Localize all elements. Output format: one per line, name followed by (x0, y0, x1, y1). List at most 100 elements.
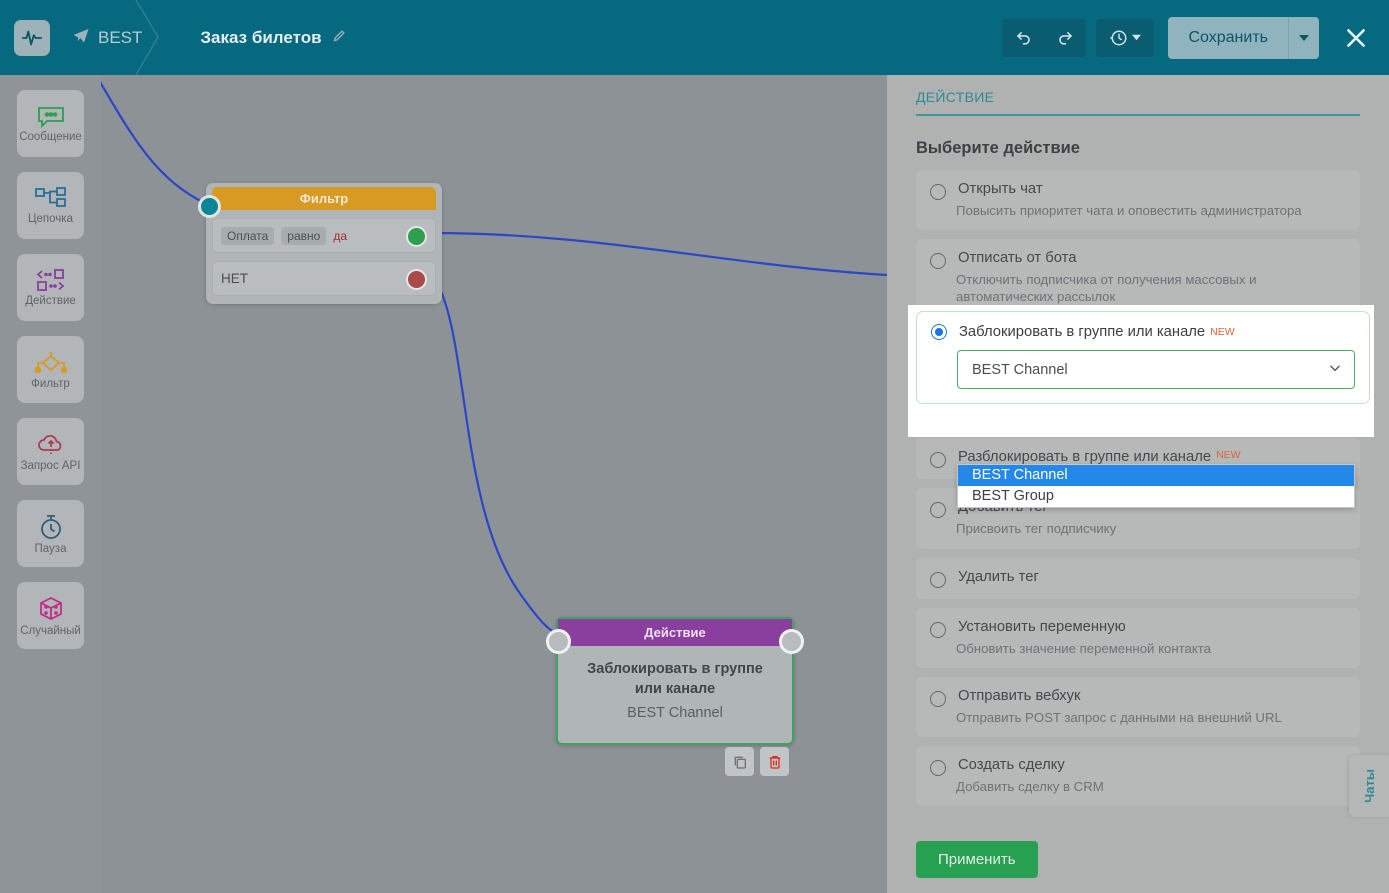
action-option-ban-selected[interactable]: Заблокировать в группе или канале NEW BE… (916, 311, 1370, 404)
palette-item-label: Случайный (20, 625, 81, 637)
pulse-logo-icon[interactable] (14, 20, 50, 56)
pencil-icon[interactable] (332, 28, 347, 48)
history-clock-icon (1110, 29, 1128, 47)
filter-false-port[interactable] (406, 269, 427, 290)
option-label: Отписать от бота (958, 250, 1076, 266)
action-option-set-variable[interactable]: Установить переменную Обновить значение … (916, 608, 1360, 668)
action-node-title: Действие (558, 619, 792, 646)
flow-title-text: Заказ билетов (200, 28, 321, 48)
option-label: Создать сделку (958, 757, 1065, 773)
action-option-remove-tag[interactable]: Удалить тег (916, 558, 1360, 599)
connector-incoming (101, 75, 205, 203)
radio-icon[interactable] (930, 184, 946, 200)
channel-select-value: BEST Channel (972, 362, 1068, 378)
filter-else-label: НЕТ (221, 271, 248, 286)
timer-icon (37, 513, 65, 541)
option-description: Присвоить тег подписчику (956, 520, 1360, 537)
radio-icon[interactable] (930, 572, 946, 588)
node-palette-sidebar: Сообщение Цепочка Действие Фильтр (0, 75, 101, 893)
option-description: Отключить подписчика от получения массов… (956, 271, 1360, 305)
connector-true-branch (431, 233, 887, 275)
radio-icon[interactable] (930, 502, 946, 518)
dice-icon (37, 595, 65, 623)
trash-icon[interactable] (760, 747, 789, 776)
filter-node[interactable]: Фильтр Оплата равно да НЕТ (206, 183, 442, 304)
breadcrumb-account-label: BEST (98, 28, 142, 48)
palette-item-chain[interactable]: Цепочка (17, 172, 84, 239)
action-node-input-port[interactable] (546, 629, 571, 654)
action-node-target-label: BEST Channel (572, 705, 778, 721)
panel-section-title: ДЕЙСТВИЕ (916, 89, 1389, 105)
close-icon[interactable] (1339, 21, 1373, 55)
filter-value: да (333, 229, 347, 243)
palette-item-message[interactable]: Сообщение (17, 90, 84, 157)
radio-icon[interactable] (930, 622, 946, 638)
panel-heading: Выберите действие (916, 139, 1389, 158)
dropdown-option-best-channel[interactable]: BEST Channel (958, 465, 1354, 486)
save-dropdown-caret[interactable] (1288, 17, 1319, 59)
action-node[interactable]: Действие Заблокировать в группе или кана… (556, 617, 794, 745)
filter-operator-chip: равно (281, 227, 326, 245)
filter-node-title: Фильтр (212, 187, 436, 210)
option-description: Добавить сделку в CRM (956, 778, 1360, 795)
action-settings-panel: ДЕЙСТВИЕ Выберите действие Открыть чат П… (887, 75, 1389, 893)
filter-node-input-port[interactable] (198, 195, 221, 218)
radio-icon[interactable] (930, 760, 946, 776)
save-button[interactable]: Сохранить (1168, 17, 1288, 59)
option-description: Обновить значение переменной контакта (956, 640, 1360, 657)
option-description: Повысить приоритет чата и оповестить адм… (956, 202, 1360, 219)
app-root: BEST Заказ билетов Сохранить (0, 0, 1389, 893)
filter-true-port[interactable] (406, 226, 427, 247)
palette-item-label: Сообщение (19, 131, 82, 143)
channel-select[interactable]: BEST Channel (957, 350, 1355, 389)
history-button[interactable] (1096, 19, 1154, 57)
app-header: BEST Заказ билетов Сохранить (0, 0, 1389, 75)
palette-item-api[interactable]: Запрос API (17, 418, 84, 485)
palette-item-filter[interactable]: Фильтр (17, 336, 84, 403)
option-label: Удалить тег (958, 569, 1039, 585)
action-node-body: Заблокировать в группе или канале BEST C… (558, 646, 792, 743)
undo-icon[interactable] (1002, 19, 1044, 57)
palette-item-label: Пауза (35, 543, 67, 555)
palette-item-label: Фильтр (31, 378, 70, 390)
option-label: Отправить вебхук (958, 688, 1081, 704)
palette-item-random[interactable]: Случайный (17, 582, 84, 649)
message-bubble-icon (36, 105, 66, 129)
option-description: Отправить POST запрос с данными на внешн… (956, 709, 1360, 726)
chats-side-tab[interactable]: Чаты (1349, 755, 1389, 817)
action-node-output-port[interactable] (779, 629, 804, 654)
header-actions: Сохранить (1002, 0, 1373, 75)
filter-field-chip: Оплата (221, 227, 274, 245)
chevron-down-icon (1328, 361, 1342, 379)
radio-icon[interactable] (930, 452, 946, 468)
copy-icon[interactable] (725, 747, 754, 776)
radio-selected-icon[interactable] (931, 324, 947, 340)
channel-select-dropdown[interactable]: BEST Channel BEST Group (957, 464, 1355, 508)
action-arrows-icon (34, 269, 68, 293)
redo-icon[interactable] (1044, 19, 1086, 57)
flow-canvas[interactable]: Фильтр Оплата равно да НЕТ Действие Забл… (101, 75, 887, 893)
palette-item-pause[interactable]: Пауза (17, 500, 84, 567)
radio-icon[interactable] (930, 691, 946, 707)
apply-button[interactable]: Применить (916, 841, 1038, 878)
dropdown-option-best-group[interactable]: BEST Group (958, 486, 1354, 507)
connector-false-branch (431, 273, 556, 633)
action-option-webhook[interactable]: Отправить вебхук Отправить POST запрос с… (916, 677, 1360, 737)
api-cloud-icon (36, 432, 66, 458)
flow-chain-icon (34, 187, 68, 211)
option-label: Заблокировать в группе или канале (959, 324, 1205, 340)
filter-condition-row[interactable]: Оплата равно да (212, 218, 436, 253)
palette-item-action[interactable]: Действие (17, 254, 84, 321)
option-label: Установить переменную (958, 619, 1126, 635)
panel-divider (916, 114, 1360, 116)
node-toolbar (725, 747, 789, 776)
filter-diamond-icon (33, 350, 69, 376)
action-option-create-deal[interactable]: Создать сделку Добавить сделку в CRM (916, 746, 1360, 806)
filter-else-row[interactable]: НЕТ (212, 261, 436, 296)
palette-item-label: Запрос API (21, 460, 81, 472)
action-option-open-chat[interactable]: Открыть чат Повысить приоритет чата и оп… (916, 170, 1360, 230)
breadcrumb-account[interactable]: BEST (72, 26, 142, 49)
action-node-action-label: Заблокировать в группе или канале (572, 660, 778, 699)
page-title: Заказ билетов (200, 28, 346, 48)
radio-icon[interactable] (930, 253, 946, 269)
